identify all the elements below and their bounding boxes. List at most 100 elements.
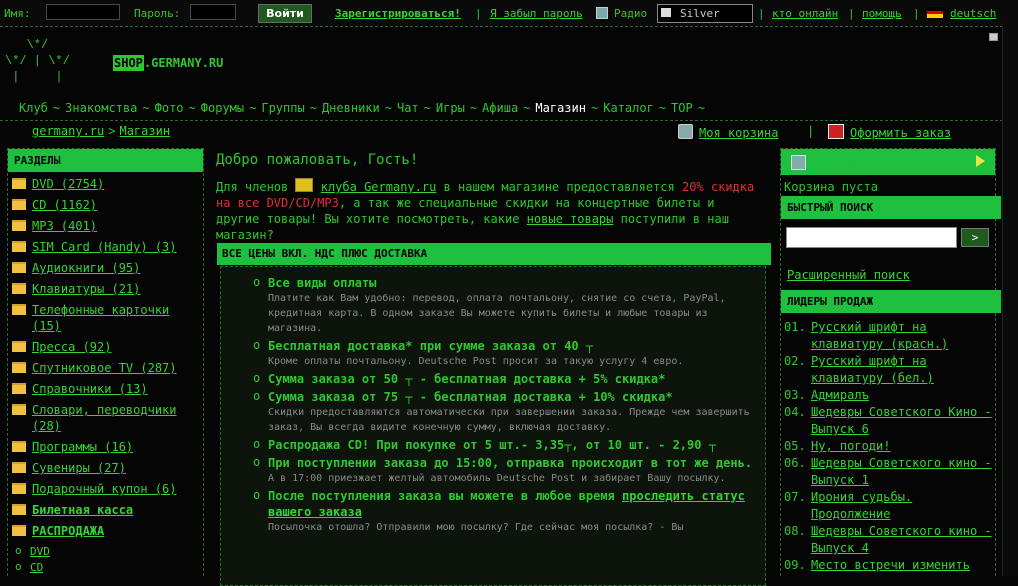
advanced-search-link[interactable]: Расширенный поиск — [787, 268, 910, 282]
category-item[interactable]: Справочники (13) — [8, 381, 203, 397]
bestseller-rank: 01. — [784, 320, 806, 334]
bestseller-link[interactable]: Ну, погоди! — [811, 439, 890, 453]
checkout-link[interactable]: Оформить заказ — [828, 124, 951, 140]
my-cart-title[interactable]: Моя корзина — [810, 155, 889, 169]
category-item[interactable]: Пресса (92) — [8, 339, 203, 355]
minimize-icon[interactable] — [989, 33, 998, 41]
bestseller-link[interactable]: Место встречи изменить — [811, 558, 970, 572]
nav-item[interactable]: Группы — [261, 101, 304, 115]
category-item[interactable]: Клавиатуры (21) — [8, 281, 203, 297]
my-cart-header[interactable]: Моя корзина — [781, 149, 995, 175]
who-online-link[interactable]: кто онлайн — [772, 7, 838, 20]
nav-item[interactable]: Игры — [436, 101, 465, 115]
category-link[interactable]: Пресса (92) — [32, 340, 111, 354]
breadcrumb-current[interactable]: Магазин — [119, 124, 170, 138]
quick-search-input[interactable] — [786, 227, 957, 248]
category-item[interactable]: РАСПРОДАЖА — [8, 523, 203, 539]
sale-link[interactable]: CD — [30, 561, 43, 574]
nav-item[interactable]: Дневники — [322, 101, 380, 115]
bestseller-link[interactable]: Шедевры Советского кино - Выпуск 1 — [811, 456, 992, 487]
bestseller-link[interactable]: Шедевры Советского кино - Выпуск 4 — [811, 524, 992, 555]
category-link[interactable]: CD (1162) — [32, 198, 97, 212]
help-link[interactable]: помощь — [862, 7, 902, 20]
sale-item[interactable]: CD — [8, 559, 203, 576]
price-info-title-text: Сумма заказа от 75 ┬ - бесплатная достав… — [268, 390, 673, 404]
prices-panel: Все виды оплаты Платите как Вам удобно: п… — [220, 266, 766, 586]
search-submit-button[interactable]: > — [961, 228, 989, 247]
new-products-link[interactable]: новые товары — [527, 212, 614, 226]
category-link[interactable]: DVD (2754) — [32, 177, 104, 191]
bestseller-item[interactable]: 01. Русский шрифт на клавиатуру (красн.) — [784, 319, 994, 353]
login-button[interactable]: Войти — [258, 4, 312, 23]
language-link[interactable]: deutsch — [950, 7, 996, 20]
nav-item[interactable]: Чат — [397, 101, 419, 115]
category-link[interactable]: Подарочный купон (6) — [32, 482, 177, 496]
category-link[interactable]: Спутниковое TV (287) — [32, 361, 177, 375]
my-cart-label[interactable]: Моя корзина — [699, 126, 778, 140]
category-item[interactable]: CD (1162) — [8, 197, 203, 213]
category-link[interactable]: Клавиатуры (21) — [32, 282, 140, 296]
nav-item[interactable]: Афиша — [482, 101, 518, 115]
category-link[interactable]: Аудиокниги (95) — [32, 261, 140, 275]
radio-select[interactable]: Silver — [657, 4, 753, 23]
name-input[interactable] — [46, 4, 120, 20]
category-item[interactable]: Сувениры (27) — [8, 460, 203, 476]
bestseller-item[interactable]: 04. Шедевры Советского Кино - Выпуск 6 — [784, 404, 994, 438]
register-link[interactable]: Зарегистрироваться! — [335, 7, 461, 20]
category-item[interactable]: Словари, переводчики (28) — [8, 402, 203, 434]
club-link[interactable]: клуба Germany.ru — [321, 180, 437, 194]
category-item[interactable]: SIM Card (Handy) (3) — [8, 239, 203, 255]
bestseller-item[interactable]: 09. Место встречи изменить — [784, 557, 994, 574]
category-link[interactable]: Сувениры (27) — [32, 461, 126, 475]
category-item[interactable]: Аудиокниги (95) — [8, 260, 203, 276]
sale-link[interactable]: DVD — [30, 545, 50, 558]
category-link[interactable]: РАСПРОДАЖА — [32, 524, 104, 538]
nav-separator: ~ — [188, 101, 196, 115]
category-link[interactable]: SIM Card (Handy) (3) — [32, 240, 177, 254]
bestseller-item[interactable]: 06. Шедевры Советского кино - Выпуск 1 — [784, 455, 994, 489]
nav-item[interactable]: Форумы — [201, 101, 244, 115]
category-item[interactable]: DVD (2754) — [8, 176, 203, 192]
bestseller-link[interactable]: Ирония судьбы. Продолжение — [811, 490, 912, 521]
bestseller-item[interactable]: 07. Ирония судьбы. Продолжение — [784, 489, 994, 523]
breadcrumb-home[interactable]: germany.ru — [32, 124, 104, 138]
my-cart-link[interactable]: Моя корзина — [678, 124, 778, 140]
arrow-right-icon[interactable] — [976, 155, 985, 167]
shop-logo[interactable]: SHOP.GERMANY.RU — [113, 55, 223, 71]
category-link[interactable]: Справочники (13) — [32, 382, 148, 396]
category-link[interactable]: Программы (16) — [32, 440, 133, 454]
category-item[interactable]: MP3 (401) — [8, 218, 203, 234]
radio-label: Радио — [614, 7, 648, 20]
checkout-label[interactable]: Оформить заказ — [850, 126, 951, 140]
divider — [0, 120, 1018, 121]
category-link[interactable]: MP3 (401) — [32, 219, 97, 233]
sale-item[interactable]: DVD — [8, 543, 203, 560]
category-item[interactable]: Билетная касса — [8, 502, 203, 518]
category-link[interactable]: Словари, переводчики (28) — [32, 403, 177, 433]
bestseller-link[interactable]: Русский шрифт на клавиатуру (бел.) — [811, 354, 934, 385]
nav-item[interactable]: Знакомства — [65, 101, 137, 115]
radio-icon — [596, 7, 608, 19]
category-item[interactable]: Телефонные карточки (15) — [8, 302, 203, 334]
bestseller-link[interactable]: Шедевры Советского Кино - Выпуск 6 — [811, 405, 992, 436]
bestseller-link[interactable]: Русский шрифт на клавиатуру (красн.) — [811, 320, 948, 351]
forgot-password-link[interactable]: Я забыл пароль — [490, 7, 583, 20]
category-item[interactable]: Спутниковое TV (287) — [8, 360, 203, 376]
bestseller-link[interactable]: Адмиралъ — [811, 388, 869, 402]
category-link[interactable]: Телефонные карточки (15) — [32, 303, 169, 333]
nav-item[interactable]: Магазин — [535, 101, 586, 115]
bestseller-item[interactable]: 08. Шедевры Советского кино - Выпуск 4 — [784, 523, 994, 557]
category-link[interactable]: Билетная касса — [32, 503, 133, 517]
bestseller-item[interactable]: 03. Адмиралъ — [784, 387, 994, 404]
password-input[interactable] — [190, 4, 236, 20]
bestseller-item[interactable]: 02. Русский шрифт на клавиатуру (бел.) — [784, 353, 994, 387]
category-item[interactable]: Подарочный купон (6) — [8, 481, 203, 497]
nav-item[interactable]: TOP — [671, 101, 693, 115]
nav-item[interactable]: Фото — [155, 101, 184, 115]
nav-item[interactable]: Каталог — [603, 101, 654, 115]
folder-icon — [12, 178, 26, 189]
bestseller-item[interactable]: 05. Ну, погоди! — [784, 438, 994, 455]
nav-item[interactable]: Клуб — [19, 101, 48, 115]
category-item[interactable]: Программы (16) — [8, 439, 203, 455]
page-scrollbar[interactable] — [1002, 26, 1018, 576]
